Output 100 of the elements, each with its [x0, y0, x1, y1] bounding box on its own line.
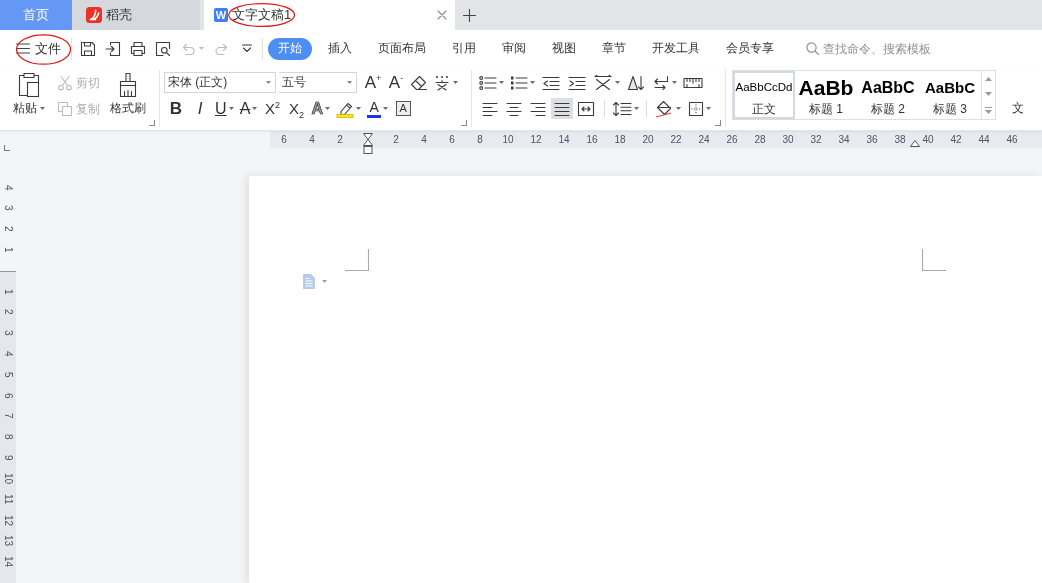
bold-button[interactable]: B — [166, 98, 186, 119]
increase-indent-icon[interactable] — [568, 75, 586, 90]
caret-icon — [322, 280, 327, 283]
ruler-number: 42 — [950, 133, 962, 147]
ribbon-button[interactable]: 文 — [1012, 101, 1024, 116]
paintbrush-icon — [117, 72, 139, 98]
ruler-number: 4 — [421, 133, 427, 147]
text-layout-button[interactable] — [593, 72, 620, 93]
align-left-icon — [482, 101, 498, 116]
close-icon[interactable] — [437, 10, 447, 20]
pinyin-icon — [433, 74, 451, 91]
ruler-number: 30 — [782, 133, 794, 147]
document-magnifier-icon[interactable] — [155, 40, 171, 57]
search-field[interactable]: 查找命令、搜索模板 — [823, 41, 937, 56]
strikethrough-button[interactable]: A — [238, 98, 259, 119]
style-tile[interactable]: AaBbC 标题 3 — [919, 71, 981, 119]
ribbon-tab[interactable]: 开发工具 — [642, 37, 710, 60]
indent-marker-icon[interactable] — [363, 133, 373, 154]
justify-icon — [554, 101, 570, 116]
paint-bucket-button[interactable] — [654, 98, 681, 119]
chevron-down-icon[interactable] — [241, 44, 253, 53]
dialog-launcher-icon[interactable] — [715, 120, 721, 126]
style-name: 正文 — [752, 102, 776, 117]
style-tile[interactable]: AaBbCcDd 正文 — [733, 71, 795, 119]
ruler-number: 2 — [2, 309, 14, 315]
tab-stop-icon[interactable] — [4, 145, 10, 151]
sort-icon[interactable] — [627, 74, 645, 91]
grow-font-button[interactable]: A$^{+}$ — [363, 72, 383, 93]
tab[interactable]: 稻壳 — [72, 0, 200, 30]
ruler-number: 14 — [558, 133, 570, 147]
ruler-number: 22 — [670, 133, 682, 147]
format-painter-button[interactable]: 格式刷 — [109, 67, 147, 116]
superscript-button[interactable]: X$^{2}$ — [262, 98, 283, 119]
caret-icon — [266, 81, 271, 84]
ribbon-tab[interactable]: 页面布局 — [368, 37, 436, 60]
ruler-number: 16 — [586, 133, 598, 147]
save-icon[interactable] — [80, 40, 96, 57]
ruler-number: 20 — [642, 133, 654, 147]
dialog-launcher-icon[interactable] — [149, 120, 155, 126]
ribbon-tab[interactable]: 视图 — [542, 37, 586, 60]
ruler-number: 4 — [2, 184, 14, 191]
ruler-number: 6 — [281, 133, 287, 147]
document-logo: W — [214, 8, 228, 22]
subscript-button[interactable]: X$_{2}$ — [286, 98, 307, 119]
ruler-number: 2 — [2, 226, 14, 232]
ribbon-tab[interactable]: 会员专享 — [716, 37, 784, 60]
scroll-down-icon[interactable] — [985, 91, 992, 96]
ruler-number: 46 — [1006, 133, 1018, 147]
style-tile[interactable]: AaBbC 标题 2 — [857, 71, 919, 119]
eraser-icon[interactable] — [410, 74, 428, 91]
italic-button[interactable]: I — [190, 98, 210, 119]
ruler-number: 5 — [2, 371, 14, 378]
ruler-number: 6 — [2, 392, 14, 399]
gallery-more-icon[interactable] — [985, 106, 992, 114]
ruler-number: 34 — [838, 133, 850, 147]
style-tile[interactable]: AaBb 标题 1 — [795, 71, 857, 119]
ruler-number: 4 — [309, 133, 315, 147]
margin-marker-icon[interactable] — [910, 140, 920, 147]
tab[interactable]: W 文字文稿1 — [204, 0, 455, 30]
ruler-number: 13 — [2, 535, 14, 547]
ruler-number: 1 — [2, 247, 14, 253]
ruler-number: 26 — [726, 133, 738, 147]
ribbon-tab[interactable]: 章节 — [592, 37, 636, 60]
ruler-number: 40 — [922, 133, 934, 147]
ribbon-tab[interactable]: 插入 — [318, 37, 362, 60]
margin-corner-icon — [922, 249, 946, 271]
ruler-number: 10 — [2, 472, 14, 485]
ruler-number: 12 — [530, 133, 542, 147]
ruler-number: 8 — [477, 133, 483, 147]
font-color-button[interactable]: A — [366, 98, 390, 119]
shrink-font-button[interactable]: A$^{-}$ — [386, 72, 406, 93]
print-icon[interactable] — [130, 40, 146, 57]
style-preview: AaBbC — [861, 78, 915, 98]
ribbon-tab[interactable]: 引用 — [442, 37, 486, 60]
decrease-indent-icon[interactable] — [542, 75, 560, 90]
style-name: 标题 2 — [871, 102, 905, 117]
plus-icon[interactable] — [463, 8, 476, 22]
clipboard-icon — [17, 72, 41, 98]
ribbon-tab[interactable]: 审阅 — [492, 37, 536, 60]
file-menu-button[interactable]: 文件 — [12, 37, 64, 60]
font-family-dropdown[interactable]: 宋体 (正文) — [164, 72, 276, 93]
font-size-dropdown[interactable]: 五号 — [279, 72, 357, 93]
paste-button[interactable]: 粘贴 — [11, 67, 47, 116]
ruler-number: 11 — [2, 494, 14, 505]
character-border-button[interactable]: A — [393, 98, 414, 119]
underline-button[interactable]: U — [214, 98, 235, 119]
scroll-up-icon[interactable] — [985, 76, 992, 81]
ruler-number: 38 — [894, 133, 906, 147]
copy-icon — [57, 101, 73, 117]
document-arrow-icon[interactable] — [105, 40, 121, 57]
style-preview: AaBbCcDd — [735, 80, 793, 95]
line-spacing-icon — [612, 100, 632, 117]
ruler-icon[interactable] — [683, 76, 703, 89]
text-layout-icon — [593, 74, 613, 91]
dialog-launcher-icon[interactable] — [461, 120, 467, 126]
justify-button[interactable] — [551, 98, 573, 119]
return-arrow-icon — [652, 75, 670, 90]
ruler-number: 24 — [698, 133, 710, 147]
text-effect-button[interactable]: A — [310, 98, 332, 119]
search-icon — [806, 42, 819, 55]
